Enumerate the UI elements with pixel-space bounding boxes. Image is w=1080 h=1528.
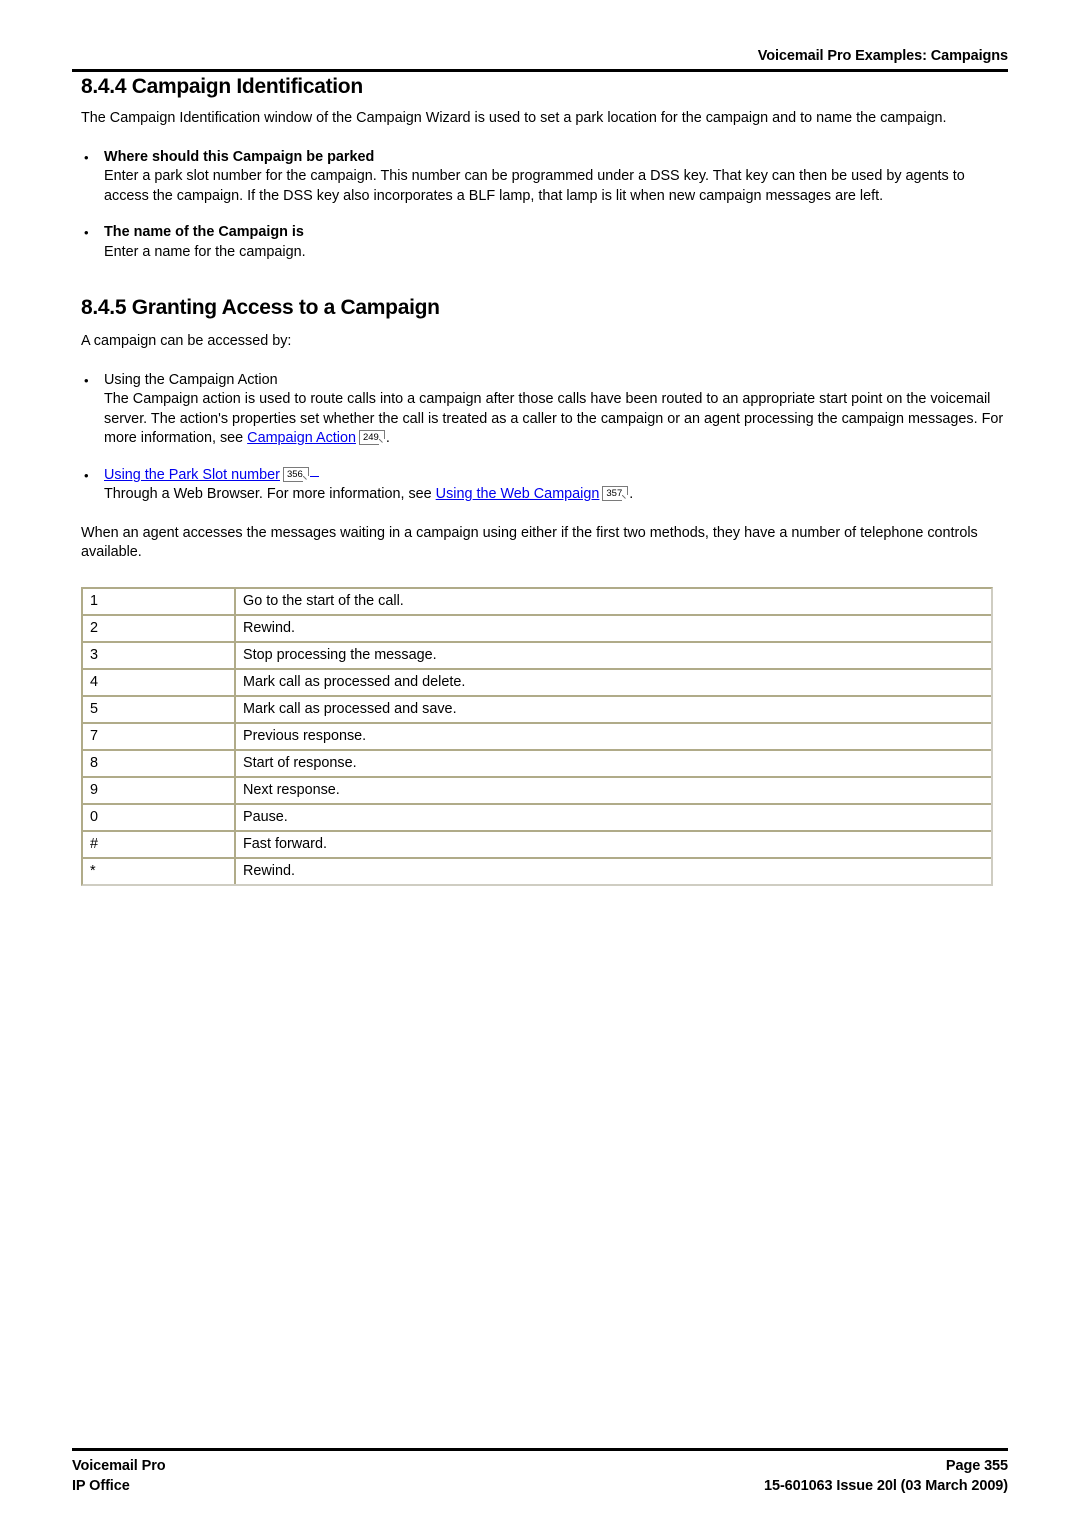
table-row: 2 Rewind. — [83, 615, 991, 643]
bullet-title-campaign-name: The name of the Campaign is — [104, 224, 304, 240]
table-cell-description: Fast forward. — [236, 831, 991, 859]
bullet-body-park-slot: Through a Web Browser. For more informat… — [104, 485, 1008, 505]
table-cell-key: 2 — [83, 615, 236, 643]
table-body: 1 Go to the start of the call. 2 Rewind.… — [83, 588, 991, 884]
table-cell-description: Mark call as processed and delete. — [236, 669, 991, 697]
table-cell-description: Go to the start of the call. — [236, 588, 991, 616]
page-footer: Voicemail Pro Page 355 IP Office 15-6010… — [72, 1448, 1008, 1496]
header-title: Voicemail Pro Examples: Campaigns — [757, 48, 1008, 64]
footer-row-top: Voicemail Pro Page 355 — [72, 1456, 1008, 1476]
table-row: * Rewind. — [83, 858, 991, 884]
table-cell-description: Rewind. — [236, 615, 991, 643]
table-cell-key: # — [83, 831, 236, 859]
footer-row-bottom: IP Office 15-601063 Issue 20l (03 March … — [72, 1476, 1008, 1496]
table-cell-description: Pause. — [236, 804, 991, 832]
table-cell-key: 3 — [83, 642, 236, 670]
page-reference-icon[interactable]: 356 — [282, 466, 309, 482]
table-cell-description: Mark call as processed and save. — [236, 696, 991, 724]
table-cell-key: 5 — [83, 696, 236, 724]
section-845-bullet-list: Using the Campaign Action The Campaign a… — [72, 371, 1008, 505]
table-cell-description: Next response. — [236, 777, 991, 805]
table-cell-key: 0 — [83, 804, 236, 832]
table-row: 0 Pause. — [83, 804, 991, 832]
table-cell-description: Stop processing the message. — [236, 642, 991, 670]
bullet-title-park-location: Where should this Campaign be parked — [104, 148, 375, 165]
table-cell-description: Start of response. — [236, 750, 991, 778]
section-heading-845: 8.4.5 Granting Access to a Campaign — [81, 296, 440, 319]
section-845-intro: A campaign can be accessed by: — [81, 333, 292, 349]
bullet-title-park-slot: Using the Park Slot number356 — [104, 466, 1008, 486]
table-row: 7 Previous response. — [83, 723, 991, 751]
table-cell-key: * — [83, 858, 236, 884]
table-row: 4 Mark call as processed and delete. — [83, 669, 991, 697]
section-844-intro: The Campaign Identification window of th… — [81, 110, 947, 126]
table-cell-key: 4 — [83, 669, 236, 697]
table-row: # Fast forward. — [83, 831, 991, 859]
table-cell-key: 8 — [83, 750, 236, 778]
table-row: 8 Start of response. — [83, 750, 991, 778]
header-rule — [72, 69, 1008, 72]
footer-document-id: 15-601063 Issue 20l (03 March 2009) — [764, 1478, 1008, 1494]
footer-rule — [72, 1448, 1008, 1451]
bullet-body-campaign-name: Enter a name for the campaign. — [104, 243, 306, 260]
document-content: 8.4.4 Campaign Identification The Campai… — [72, 74, 1008, 886]
bullet-body-text: The Campaign action is used to route cal… — [104, 391, 1004, 446]
list-item: Using the Campaign Action The Campaign a… — [72, 371, 1008, 449]
bullet-body-text: Through a Web Browser. For more informat… — [104, 486, 436, 502]
bullet-title-campaign-action: Using the Campaign Action — [104, 371, 278, 388]
footer-product-name: Voicemail Pro — [72, 1458, 166, 1474]
section-845-closing: When an agent accesses the messages wait… — [81, 524, 978, 561]
bullet-body-campaign-action: The Campaign action is used to route cal… — [104, 390, 1008, 449]
table-cell-key: 9 — [83, 777, 236, 805]
table-row: 3 Stop processing the message. — [83, 642, 991, 670]
list-item: Using the Park Slot number356 Through a … — [72, 466, 1008, 505]
bullet-body-punctuation: . — [385, 430, 390, 446]
section-heading-844: 8.4.4 Campaign Identification — [81, 75, 363, 98]
bullet-body-park-location: Enter a park slot number for the campaig… — [104, 168, 965, 204]
table-row: 5 Mark call as processed and save. — [83, 696, 991, 724]
document-page: Voicemail Pro Examples: Campaigns 8.4.4 … — [0, 0, 1080, 1528]
xref-link-web-campaign[interactable]: Using the Web Campaign — [436, 486, 600, 502]
table-cell-description: Rewind. — [236, 858, 991, 884]
table-cell-key: 1 — [83, 588, 236, 616]
list-item: The name of the Campaign is Enter a name… — [72, 223, 1008, 262]
table-cell-description: Previous response. — [236, 723, 991, 751]
xref-link-park-slot-number[interactable]: Using the Park Slot number — [104, 467, 280, 483]
bullet-body-punctuation: . — [629, 486, 634, 502]
table-row: 9 Next response. — [83, 777, 991, 805]
page-reference-icon[interactable]: 249 — [358, 430, 385, 445]
telephone-controls-table: 1 Go to the start of the call. 2 Rewind.… — [81, 586, 993, 886]
page-reference-icon[interactable]: 357 — [602, 486, 629, 501]
xref-link-campaign-action[interactable]: Campaign Action — [247, 430, 356, 446]
section-844-bullet-list: Where should this Campaign be parked Ent… — [72, 148, 1008, 263]
list-item: Where should this Campaign be parked Ent… — [72, 148, 1008, 207]
footer-page-number: Page 355 — [945, 1458, 1008, 1474]
table-row: 1 Go to the start of the call. — [83, 588, 991, 616]
table-cell-key: 7 — [83, 723, 236, 751]
footer-platform-name: IP Office — [72, 1478, 130, 1494]
xref-underline-trail — [309, 475, 319, 477]
